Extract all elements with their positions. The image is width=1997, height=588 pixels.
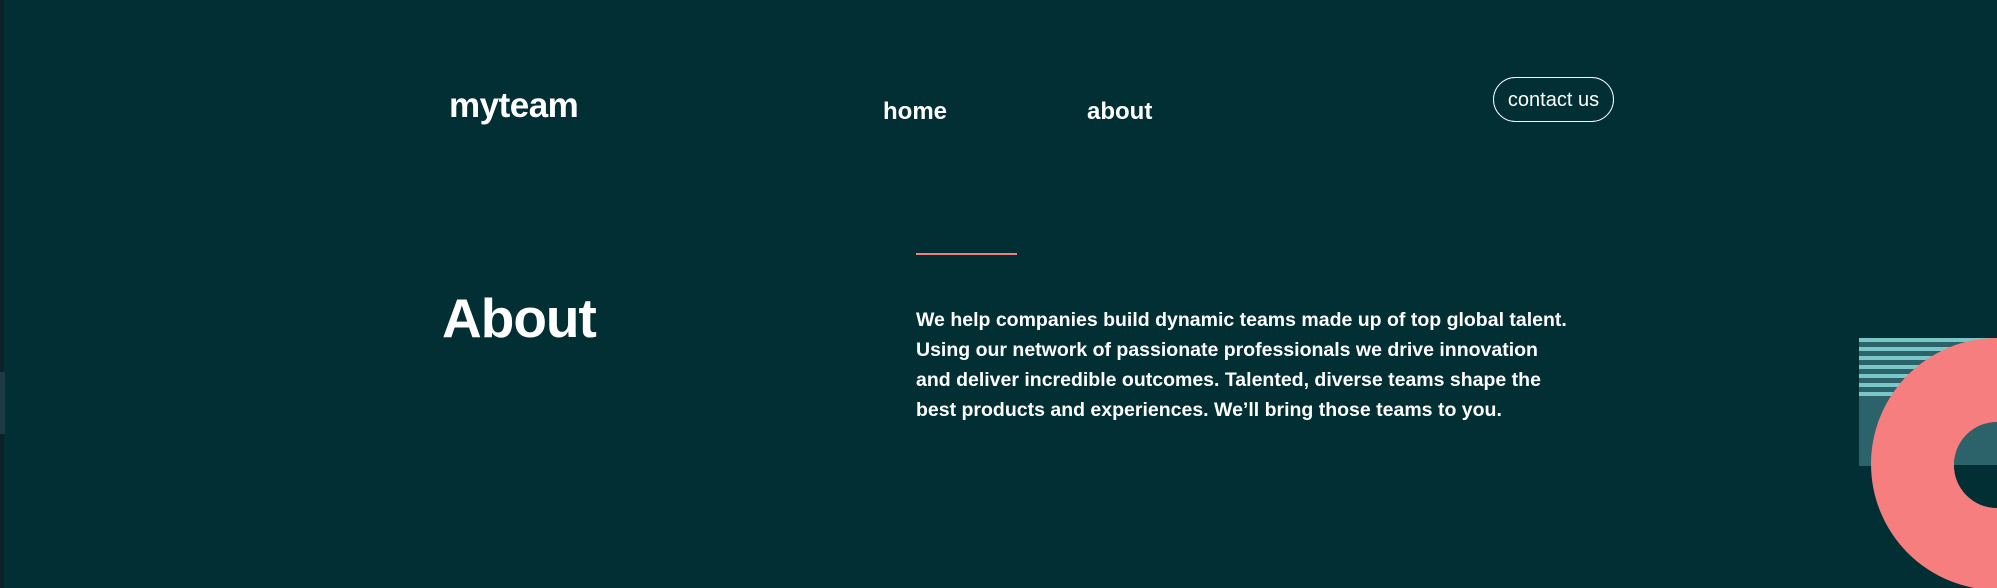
decorative-pattern bbox=[1859, 338, 1997, 588]
logo[interactable]: myteam bbox=[449, 88, 579, 123]
nav-link-about[interactable]: about bbox=[1087, 100, 1152, 124]
contact-us-button[interactable]: contact us bbox=[1493, 77, 1614, 122]
window-edge-handle bbox=[0, 372, 5, 434]
about-description: We help companies build dynamic teams ma… bbox=[916, 309, 1567, 421]
nav-link-home[interactable]: home bbox=[883, 100, 947, 124]
page-title: About bbox=[442, 287, 597, 349]
accent-divider bbox=[916, 253, 1017, 255]
window-left-edge bbox=[0, 0, 4, 588]
